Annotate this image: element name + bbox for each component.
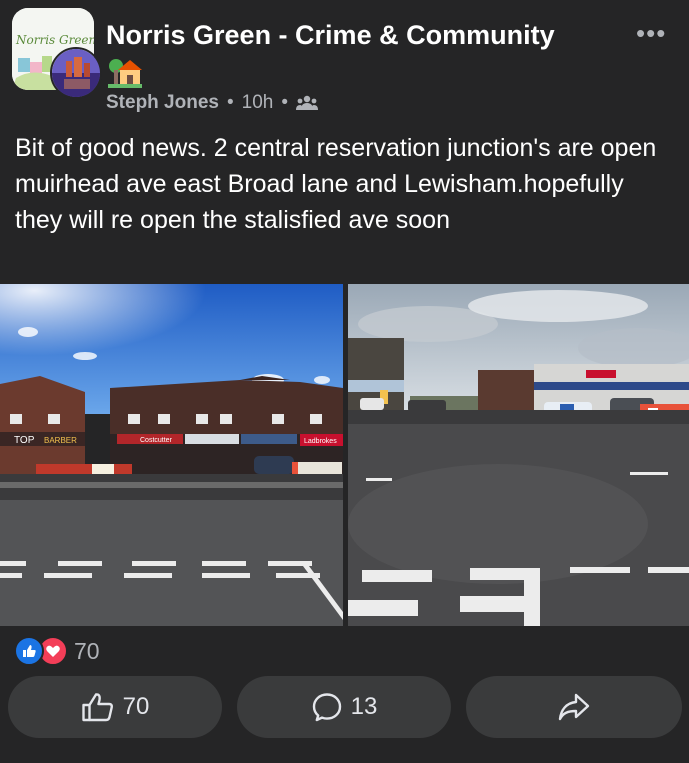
house-with-garden-icon [108,56,142,88]
junction-photo-left[interactable]: Costcutter Ladbrokes TOP BARBER [0,284,343,626]
reactions-summary[interactable]: 70 [14,636,100,666]
avatar-photo-icon [52,49,100,97]
members-icon [296,94,318,112]
meta-separator: • [226,92,234,113]
comment-count: 13 [350,693,378,720]
share-icon [558,693,590,721]
thumbs-up-icon [81,693,113,722]
share-button[interactable] [466,676,682,738]
svg-text:Costcutter: Costcutter [140,437,173,444]
top-sign-text: TOP [14,435,35,446]
comment-button[interactable]: 13 [237,676,451,738]
like-count: 70 [122,693,150,720]
post-text: Bit of good news. 2 central reservation … [15,134,657,234]
like-icon [14,636,44,666]
group-name-link[interactable]: Norris Green - Crime & Community [106,20,555,51]
author-avatar[interactable] [50,47,102,99]
author-name-link[interactable]: Steph Jones [106,92,219,114]
group-avatar-logo-text: Norris Green [15,33,94,47]
comment-icon [312,693,341,722]
ladbrokes-sign-text: Ladbrokes [304,438,337,445]
post-time-link[interactable]: 10h [242,92,274,114]
reaction-count: 70 [74,637,100,664]
barber-sign-text: BARBER [44,436,77,445]
junction-photo-right[interactable] [348,284,689,626]
more-options-button[interactable]: ••• [636,20,682,50]
post-meta: Steph Jones • 10h • [106,92,318,114]
post-header: Norris Green Norris Green - Crime & Comm… [0,0,689,120]
like-button[interactable]: 70 [8,676,222,738]
meta-separator: • [281,92,288,113]
more-icon: ••• [636,18,667,48]
